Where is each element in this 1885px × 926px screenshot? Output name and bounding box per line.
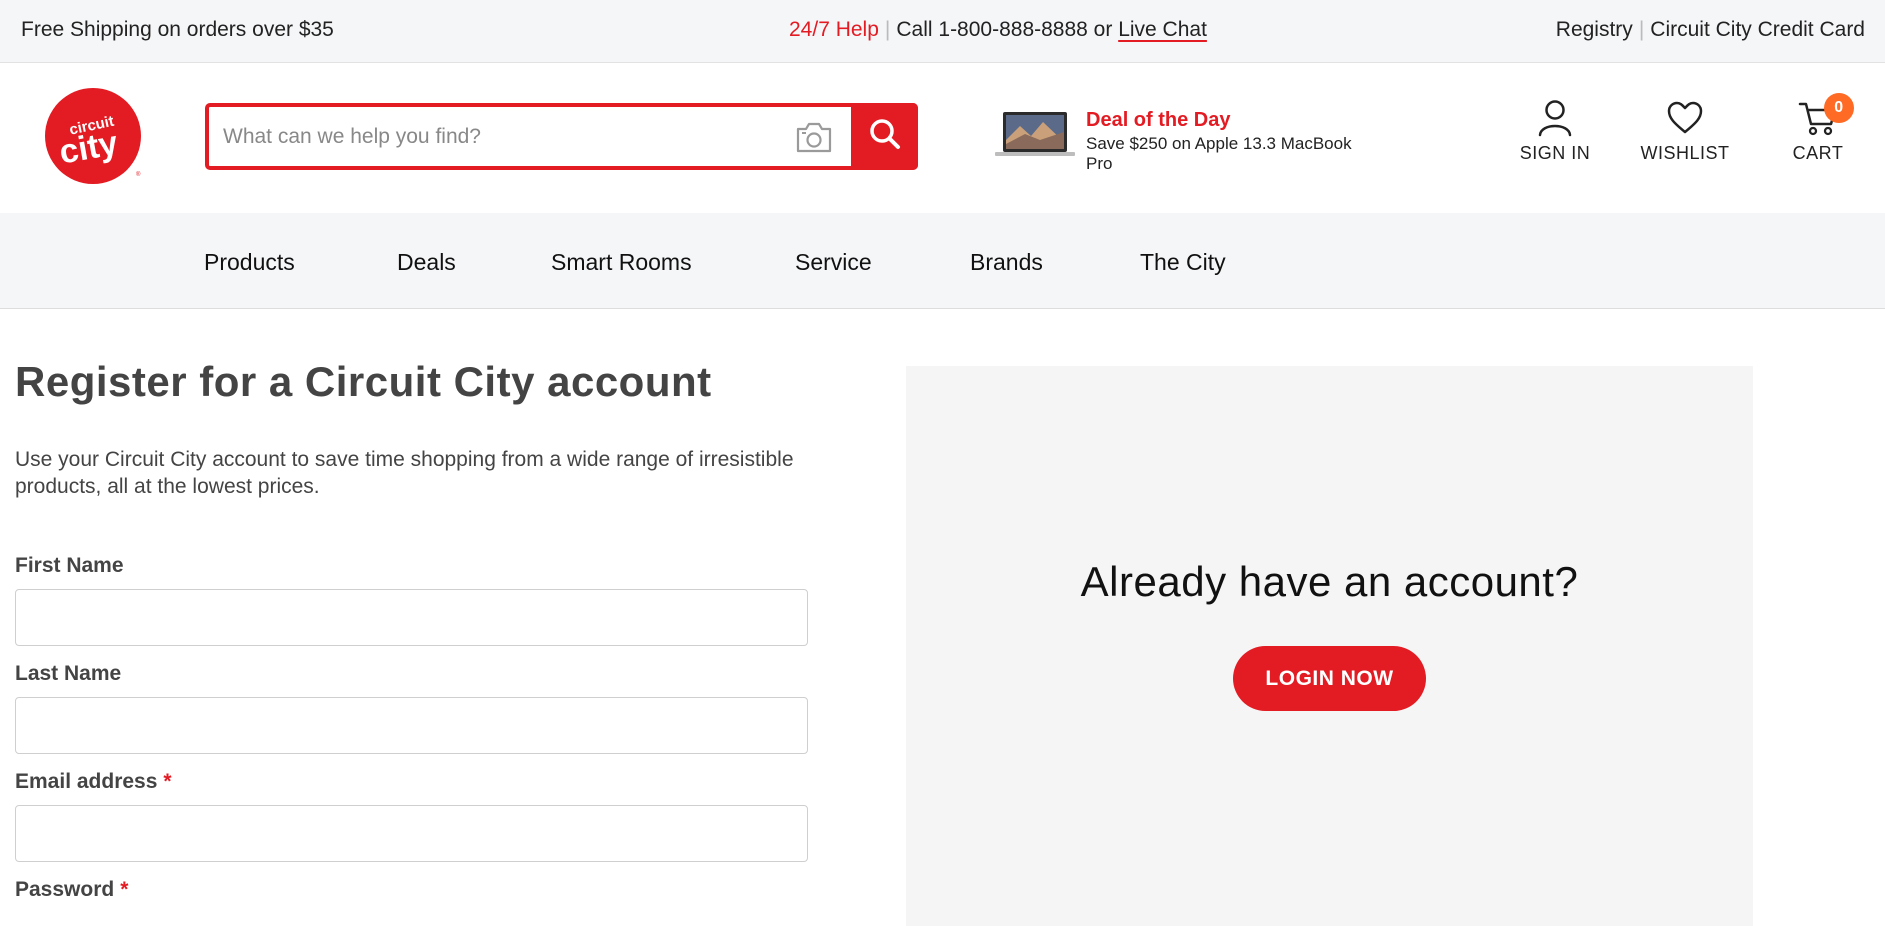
camera-icon[interactable] (794, 119, 834, 155)
call-text: Call 1-800-888-8888 or (896, 18, 1113, 41)
search-icon (868, 117, 902, 156)
help-link[interactable]: 24/7 Help (789, 18, 879, 41)
first-name-label: First Name (15, 554, 124, 577)
email-field[interactable] (15, 805, 808, 862)
divider: | (884, 18, 891, 41)
live-chat-link[interactable]: Live Chat (1118, 18, 1207, 41)
register-description: Use your Circuit City account to save ti… (15, 448, 794, 498)
cart-button[interactable]: CART 0 (1778, 93, 1858, 164)
nav-item-deals[interactable]: Deals (397, 249, 456, 276)
circuit-city-logo[interactable]: circuit city ® (43, 86, 143, 186)
login-heading: Already have an account? (1080, 558, 1579, 605)
nav-item-service[interactable]: Service (795, 249, 872, 276)
login-now-button[interactable]: LOGIN NOW (1233, 646, 1426, 711)
help-contact: 24/7 Help | Call 1-800-888-8888 or Live Ch… (789, 18, 1207, 42)
site-header: circuit city ® What can we help you find… (0, 63, 1885, 213)
required-marker: * (163, 770, 172, 793)
divider: | (1638, 18, 1645, 41)
credit-card-link[interactable]: Circuit City Credit Card (1650, 18, 1865, 41)
email-label-text: Email address (15, 770, 158, 793)
deal-title: Deal of the Day (1086, 109, 1231, 131)
free-shipping-text: Free Shipping on orders over $35 (21, 18, 334, 41)
nav-item-brands[interactable]: Brands (970, 249, 1043, 276)
heart-icon (1640, 99, 1730, 137)
deal-of-the-day[interactable]: Deal of the Day Save $250 on Apple 13.3 … (995, 106, 1375, 176)
first-name-field[interactable] (15, 589, 808, 646)
nav-item-products[interactable]: Products (204, 249, 295, 276)
last-name-label: Last Name (15, 662, 122, 685)
search-input[interactable] (223, 119, 783, 155)
cart-count-badge: 0 (1824, 93, 1854, 123)
search-button[interactable] (851, 103, 918, 170)
user-icon (1515, 99, 1595, 137)
password-label-text: Password (15, 878, 115, 901)
wishlist-button[interactable]: WISHLIST (1640, 99, 1730, 164)
top-links: Registry | Circuit City Credit Card (1556, 18, 1865, 42)
svg-text:®: ® (136, 171, 141, 178)
nav-item-smart-rooms[interactable]: Smart Rooms (551, 249, 692, 276)
cart-label: CART (1792, 143, 1844, 163)
email-label: Email address * (15, 770, 172, 794)
search-box (205, 103, 918, 170)
main-navigation: Products Deals Smart Rooms Service Brand… (0, 213, 1885, 309)
sign-in-label: SIGN IN (1519, 143, 1591, 163)
page-title: Register for a Circuit City account (15, 358, 712, 405)
login-panel: Already have an account? LOGIN NOW (906, 366, 1753, 926)
deal-description: Save $250 on Apple 13.3 MacBook Pro (1086, 134, 1352, 173)
wishlist-label: WISHLIST (1640, 143, 1730, 163)
password-label: Password * (15, 878, 128, 902)
last-name-field[interactable] (15, 697, 808, 754)
required-marker: * (120, 878, 129, 901)
registry-link[interactable]: Registry (1556, 18, 1633, 41)
macbook-thumbnail (995, 110, 1075, 160)
nav-item-the-city[interactable]: The City (1140, 249, 1226, 276)
sign-in-button[interactable]: SIGN IN (1515, 99, 1595, 164)
top-utility-bar: Free Shipping on orders over $35 24/7 He… (0, 0, 1885, 63)
